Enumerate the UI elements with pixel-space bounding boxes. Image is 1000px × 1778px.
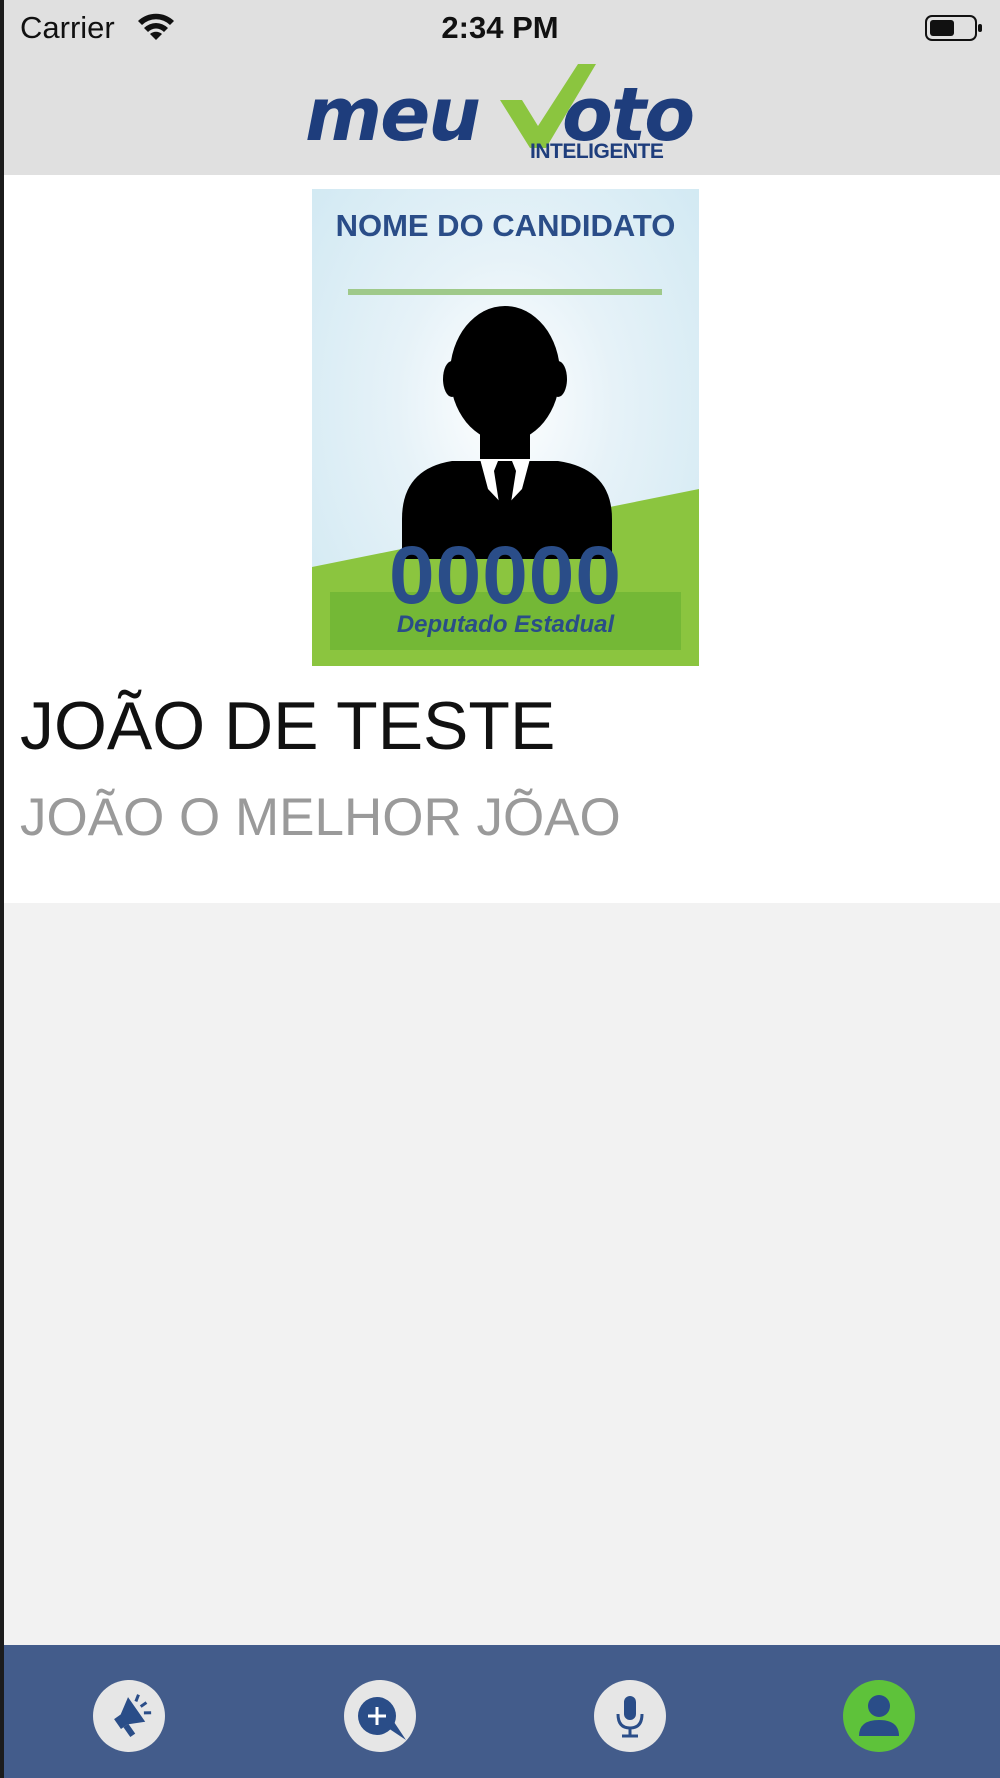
clock-label: 2:34 PM [441,10,559,45]
logo-subtitle: INTELIGENTE [530,140,664,163]
candidate-name: JOÃO DE TESTE [20,688,556,764]
poster-title: NOME DO CANDIDATO [335,208,676,243]
profile-icon [859,1695,899,1736]
candidate-card: NOME DO CANDIDATO 00000 Deputado Estadua… [0,175,1000,903]
poster-candidate-number: 00000 [388,530,623,621]
tab-profile[interactable] [843,1680,915,1752]
app-screen: Carrier 2:34 PM meu oto INTELIGENTE NOME… [0,0,1000,1778]
tab-chat[interactable] [344,1680,416,1752]
tab-audio[interactable] [594,1680,666,1752]
candidate-poster-image: NOME DO CANDIDATO 00000 Deputado Estadua… [312,189,699,666]
battery-icon [925,14,985,42]
logo-word-meu: meu [305,72,481,158]
device-frame-edge [0,0,4,1778]
app-logo: meu oto INTELIGENTE [300,58,700,175]
navigation-bar: meu oto INTELIGENTE [0,58,1000,175]
microphone-icon [616,1696,644,1738]
poster-role: Deputado Estadual [396,611,615,638]
candidate-slogan: JOÃO O MELHOR JÕAO [20,788,621,847]
megaphone-icon [114,1694,152,1738]
status-bar: Carrier 2:34 PM [0,0,1000,58]
tab-bar [0,1645,1000,1778]
tab-campaign[interactable] [93,1680,165,1752]
chat-add-icon [358,1697,406,1740]
